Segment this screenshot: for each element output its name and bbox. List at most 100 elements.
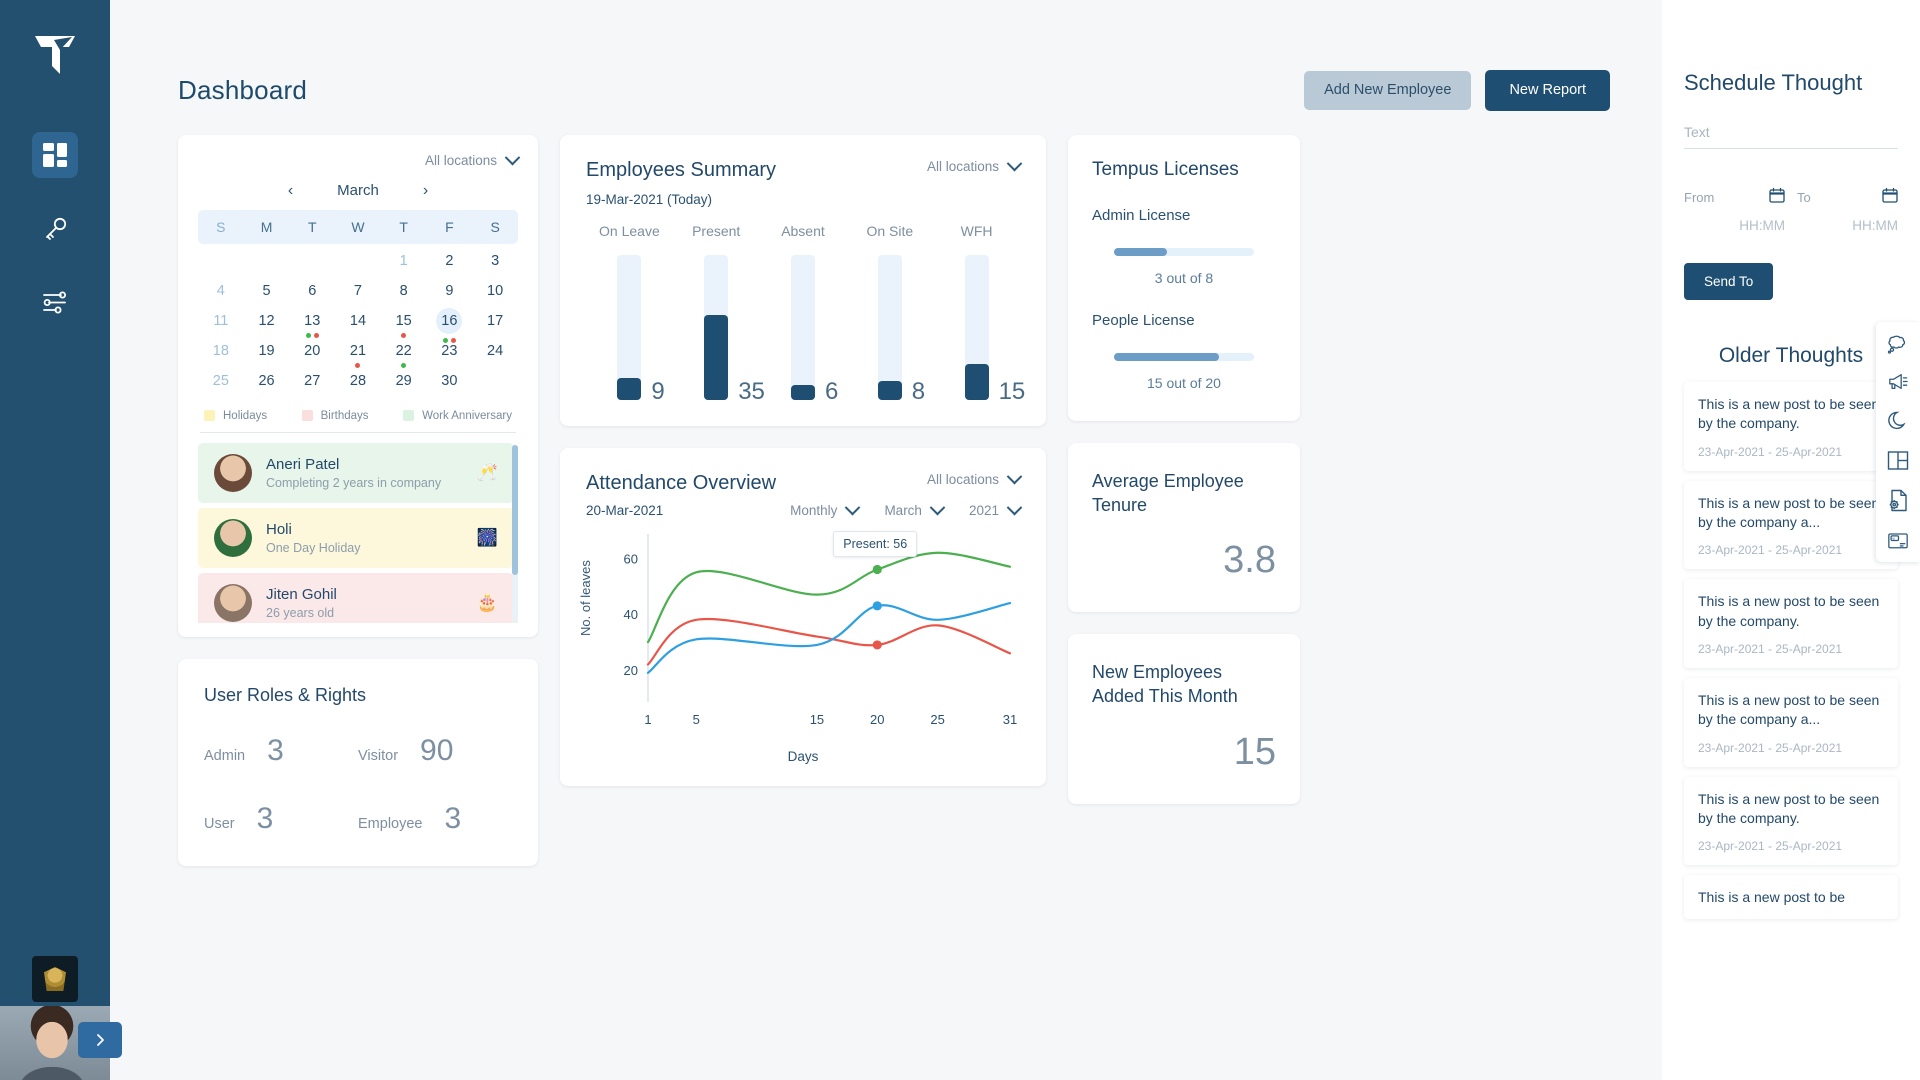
y-tick-label: 40 [624, 607, 638, 622]
calendar-day-6[interactable]: 6 [289, 274, 335, 304]
calendar-next-month-button[interactable]: › [423, 182, 428, 200]
legend-label: Holidays [223, 410, 267, 422]
calendar-day-12[interactable]: 12 [244, 304, 290, 334]
attendance-year-select[interactable]: 2021 [969, 503, 1020, 518]
from-field[interactable]: From HH:MM [1684, 187, 1785, 233]
thought-card[interactable]: This is a new post to be seen by the com… [1684, 678, 1898, 767]
calendar-day-empty [289, 244, 335, 274]
tempus-logo-icon[interactable] [27, 26, 83, 82]
thought-card[interactable]: This is a new post to be seen by the com… [1684, 777, 1898, 866]
sidebar-item-settings[interactable] [32, 280, 78, 326]
calendar-day-24[interactable]: 24 [472, 334, 518, 364]
sidebar-item-access[interactable] [32, 206, 78, 252]
rail-badge[interactable] [32, 956, 78, 1002]
thought-card[interactable]: This is a new post to be seen by the com… [1684, 481, 1898, 570]
calendar-nav: ‹ March › [198, 182, 518, 200]
user-roles-card: User Roles & Rights Admin3Visitor90User3… [178, 659, 538, 866]
calendar-icon[interactable] [1882, 187, 1898, 208]
role-stat: Employee3 [358, 802, 512, 836]
new-report-button[interactable]: New Report [1485, 70, 1610, 111]
calendar-day-7[interactable]: 7 [335, 274, 381, 304]
expand-sidebar-button[interactable] [78, 1022, 122, 1058]
calendar-day-22[interactable]: 22 [381, 334, 427, 364]
event-list-scrollbar[interactable] [512, 445, 518, 575]
thought-card[interactable]: This is a new post to be seen by the com… [1684, 382, 1898, 471]
calendar-day-10[interactable]: 10 [472, 274, 518, 304]
calendar-day-16[interactable]: 16 [427, 304, 473, 334]
attendance-location-filter[interactable]: All locations [927, 472, 1020, 487]
calendar-day-2[interactable]: 2 [427, 244, 473, 274]
calendar-day-15[interactable]: 15 [381, 304, 427, 334]
crest-badge-icon[interactable] [32, 956, 78, 1002]
thought-text-input[interactable]: Text [1684, 124, 1898, 149]
calendar-icon[interactable] [1769, 187, 1785, 208]
calendar-day-26[interactable]: 26 [244, 364, 290, 394]
x-tick-label: 15 [810, 712, 824, 727]
calendar-location-filter[interactable]: All locations [425, 153, 518, 168]
bar-label: On Site [866, 223, 913, 239]
calendar-day-14[interactable]: 14 [335, 304, 381, 334]
calendar-day-27[interactable]: 27 [289, 364, 335, 394]
calendar-day-23[interactable]: 23 [427, 334, 473, 364]
thought-text: This is a new post to be seen by the com… [1698, 790, 1884, 829]
from-time-value: HH:MM [1684, 218, 1785, 233]
layout-panel-icon[interactable] [1887, 450, 1909, 471]
calendar-day-29[interactable]: 29 [381, 364, 427, 394]
calendar-table: SMTWTFS 12345678910111213141516171819202… [198, 210, 518, 394]
calendar-day-19[interactable]: 19 [244, 334, 290, 364]
list-item[interactable]: HoliOne Day Holiday🎆 [198, 508, 514, 568]
role-value: 3 [267, 734, 284, 768]
sidebar-item-dashboard[interactable] [32, 132, 78, 178]
data-point-marker[interactable] [873, 640, 882, 649]
new-employees-value: 15 [1092, 731, 1276, 774]
calendar-prev-month-button[interactable]: ‹ [288, 182, 293, 200]
calendar-week-row: 123 [198, 244, 518, 274]
license-meter [1114, 353, 1254, 361]
calendar-day-8[interactable]: 8 [381, 274, 427, 304]
attendance-period-select[interactable]: Monthly [790, 503, 858, 518]
calendar-day-label: 9 [436, 283, 462, 299]
avg-tenure-card: Average Employee Tenure 3.8 [1068, 443, 1300, 613]
calendar-day-18[interactable]: 18 [198, 334, 244, 364]
data-point-marker[interactable] [873, 564, 882, 573]
list-item[interactable]: Jiten Gohil26 years old🎂 [198, 573, 514, 623]
bar-track: 9 [617, 255, 641, 400]
thought-date: 23-Apr-2021 - 25-Apr-2021 [1698, 839, 1884, 853]
thought-bubble-icon[interactable] [1887, 334, 1909, 354]
to-field[interactable]: To HH:MM [1797, 187, 1898, 233]
calendar-day-3[interactable]: 3 [472, 244, 518, 274]
calendar-day-17[interactable]: 17 [472, 304, 518, 334]
thought-card[interactable]: This is a new post to be seen by the com… [1684, 579, 1898, 668]
document-settings-icon[interactable] [1887, 489, 1909, 512]
moon-icon[interactable] [1887, 410, 1909, 432]
svg-text:ক: ক [1891, 536, 1895, 541]
thought-card[interactable]: This is a new post to be [1684, 875, 1898, 919]
chevron-down-icon [845, 499, 861, 515]
employees-summary-location-filter[interactable]: All locations [927, 159, 1020, 174]
calendar-day-4[interactable]: 4 [198, 274, 244, 304]
calendar-day-13[interactable]: 13 [289, 304, 335, 334]
attendance-y-axis-label: No. of leaves [578, 560, 593, 636]
list-item[interactable]: Aneri PatelCompleting 2 years in company… [198, 443, 514, 503]
calendar-day-28[interactable]: 28 [335, 364, 381, 394]
calendar-day-11[interactable]: 11 [198, 304, 244, 334]
megaphone-icon[interactable] [1887, 372, 1909, 392]
chevron-down-icon [1007, 468, 1023, 484]
translate-icon[interactable]: ক [1887, 530, 1909, 550]
calendar-weekday-row: SMTWTFS [198, 210, 518, 244]
attendance-month-select[interactable]: March [884, 503, 943, 518]
calendar-day-30[interactable]: 30 [427, 364, 473, 394]
column-center: Employees Summary All locations 19-Mar-2… [560, 135, 1046, 786]
calendar-day-label: 12 [254, 313, 280, 329]
data-point-marker[interactable] [873, 601, 882, 610]
add-new-employee-button[interactable]: Add New Employee [1304, 71, 1471, 110]
calendar-day-5[interactable]: 5 [244, 274, 290, 304]
calendar-day-20[interactable]: 20 [289, 334, 335, 364]
calendar-day-1[interactable]: 1 [381, 244, 427, 274]
calendar-day-label: 29 [391, 373, 417, 389]
calendar-day-25[interactable]: 25 [198, 364, 244, 394]
employees-summary-location-label: All locations [927, 159, 999, 174]
send-to-button[interactable]: Send To [1684, 263, 1773, 300]
calendar-day-9[interactable]: 9 [427, 274, 473, 304]
calendar-day-21[interactable]: 21 [335, 334, 381, 364]
